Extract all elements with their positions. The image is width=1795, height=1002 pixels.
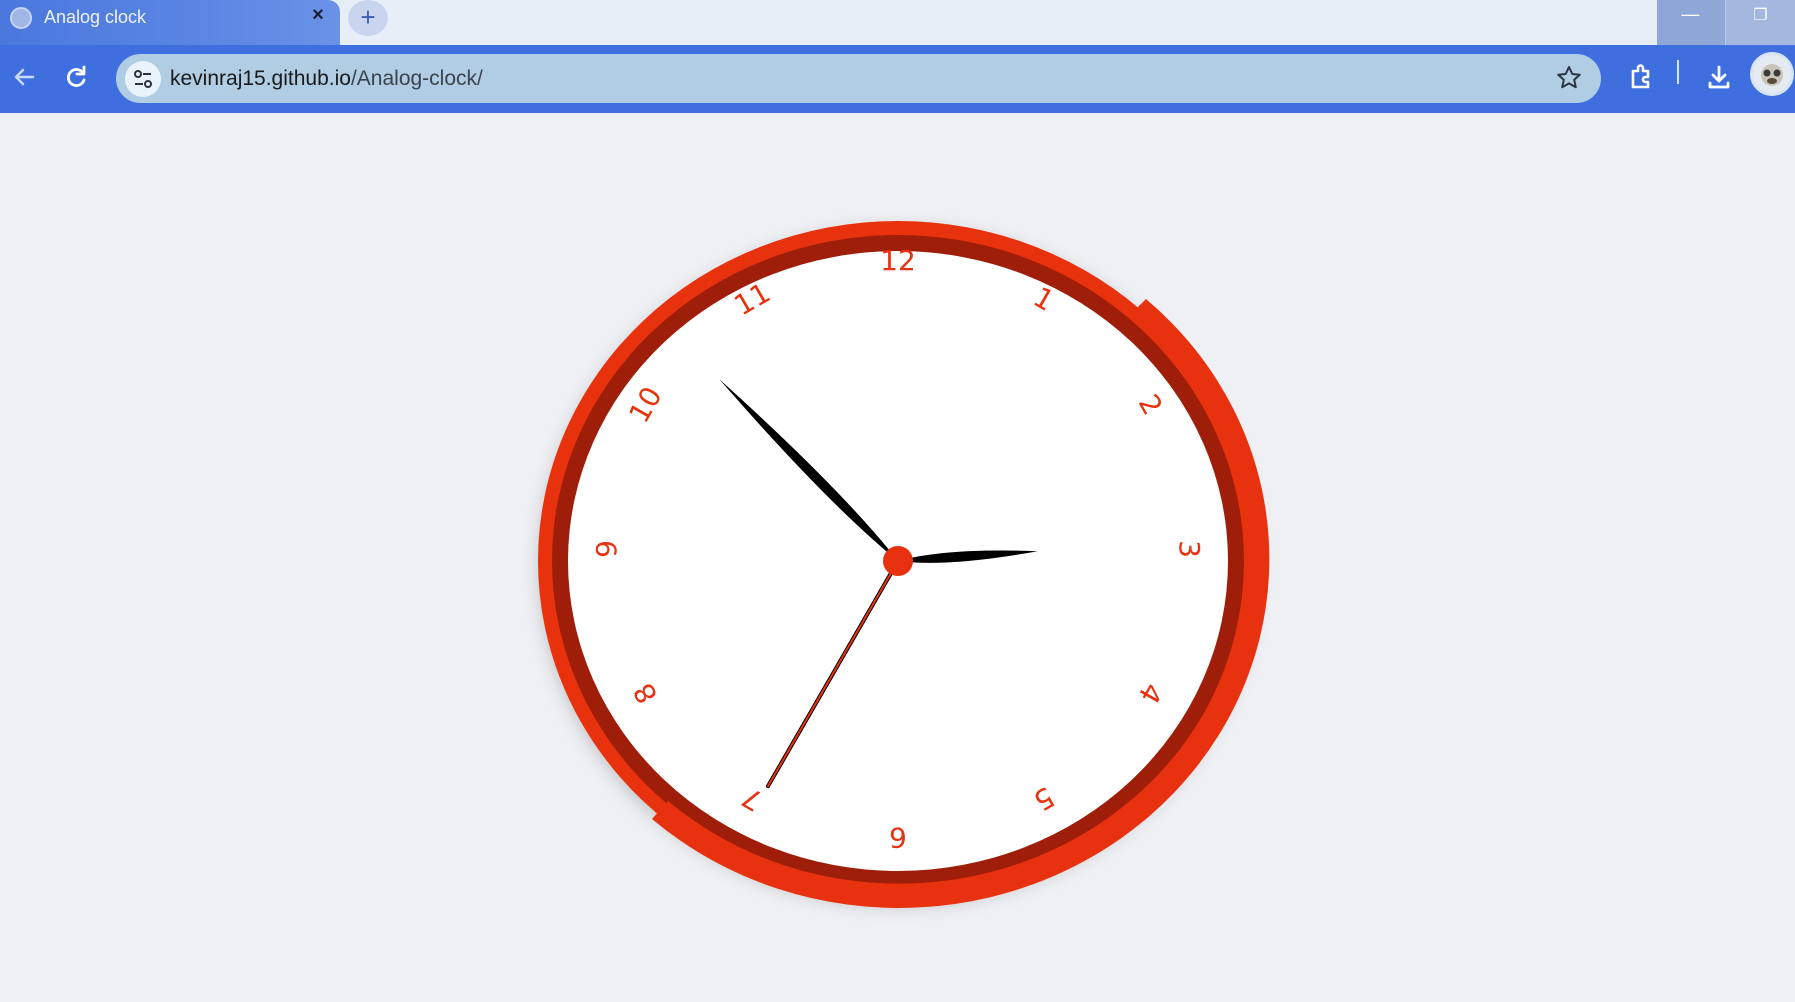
new-tab-button[interactable]: + xyxy=(348,0,388,36)
tab-title: Analog clock xyxy=(44,7,147,27)
bookmark-star-icon[interactable] xyxy=(1555,64,1583,97)
reload-icon[interactable] xyxy=(60,61,92,93)
analog-clock: 121234567891011 xyxy=(538,221,1270,908)
minimize-button[interactable]: — xyxy=(1657,0,1724,45)
browser-toolbar: kevinraj15.github.io/Analog-clock/ xyxy=(0,45,1795,113)
clock-number-3: 3 xyxy=(1173,540,1206,558)
url-text[interactable]: kevinraj15.github.io/Analog-clock/ xyxy=(170,66,483,92)
clock-number-9: 9 xyxy=(590,540,623,558)
back-arrow-icon[interactable] xyxy=(8,61,40,93)
window-controls: — ❐ xyxy=(1657,0,1795,45)
maximize-button[interactable]: ❐ xyxy=(1725,0,1795,45)
clock-number-6: 6 xyxy=(889,821,907,854)
url-host: kevinraj15.github.io xyxy=(170,67,351,90)
clock-number-12: 12 xyxy=(880,244,916,277)
site-info-icon[interactable] xyxy=(125,61,161,97)
tab-strip: Analog clock × + — ❐ xyxy=(0,0,1795,45)
clock-center-cap xyxy=(883,546,913,576)
extensions-icon[interactable] xyxy=(1625,61,1657,93)
toolbar-divider xyxy=(1677,60,1679,84)
close-tab-icon[interactable]: × xyxy=(305,2,331,28)
globe-icon xyxy=(10,7,32,29)
profile-avatar[interactable] xyxy=(1750,52,1794,96)
tab-analog-clock[interactable]: Analog clock × xyxy=(0,0,340,45)
download-icon[interactable] xyxy=(1703,61,1735,93)
address-bar[interactable]: kevinraj15.github.io/Analog-clock/ xyxy=(116,54,1601,103)
url-path: /Analog-clock/ xyxy=(350,67,483,90)
